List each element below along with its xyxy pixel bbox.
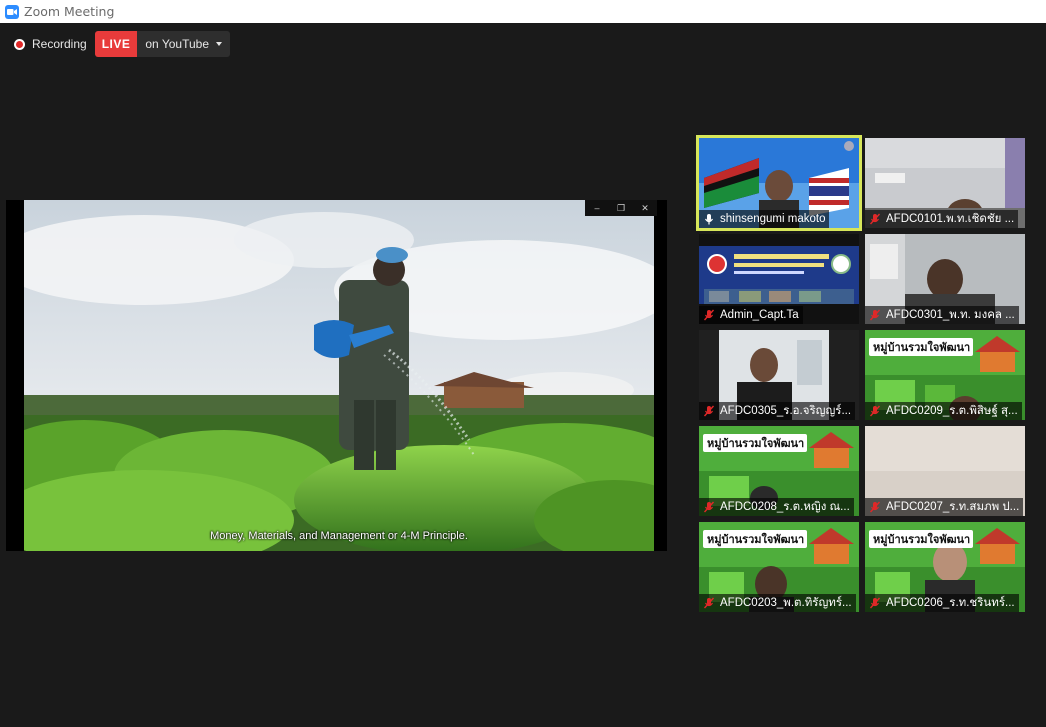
participant-nameplate: AFDC0209_ร.ต.พิสิษฐ์ สุ... [865, 402, 1022, 420]
participant-name: AFDC0203_พ.ต.ทิรัญทร์... [720, 597, 852, 609]
participant-nameplate: AFDC0301_พ.ท. มงคล ... [865, 306, 1019, 324]
live-stream-indicator[interactable]: LIVE on YouTube [94, 31, 230, 57]
participant-tile-5[interactable]: หมู่บ้านรวมใจพัฒนา AFDC0209_ร.ต.พิสิษฐ์ … [865, 330, 1025, 420]
video-frame [24, 200, 654, 551]
mic-muted-icon [869, 213, 881, 225]
video-window-controls: – ❐ ✕ [585, 200, 657, 216]
banner-text: หมู่บ้านรวมใจพัฒนา [873, 340, 970, 355]
participant-tile-9[interactable]: หมู่บ้านรวมใจพัฒนา AFDC0206_ร.ท.ชรินทร์.… [865, 522, 1025, 612]
participant-nameplate: shinsengumi makoto [699, 210, 830, 228]
mic-muted-icon [869, 597, 881, 609]
participant-nameplate: AFDC0208_ร.ต.หญิง ณ... [699, 498, 854, 516]
mic-muted-icon [703, 597, 715, 609]
banner-text: หมู่บ้านรวมใจพัฒนา [873, 532, 970, 547]
live-badge: LIVE [94, 31, 138, 57]
participant-tile-7[interactable]: AFDC0207_ร.ท.สมภพ ป... [865, 426, 1025, 516]
zoom-camera-icon [5, 4, 19, 19]
participant-name: shinsengumi makoto [720, 213, 826, 225]
participant-nameplate: Admin_Capt.Ta [699, 306, 803, 324]
participant-name: AFDC0206_ร.ท.ชรินทร์... [886, 597, 1015, 609]
participant-nameplate: AFDC0101.พ.ท.เชิดชัย ... [865, 210, 1019, 228]
participant-name: AFDC0207_ร.ท.สมภพ ป... [886, 501, 1020, 513]
video-subtitle: Money, Materials, and Management or 4-M … [210, 530, 468, 542]
participant-name: AFDC0208_ร.ต.หญิง ณ... [720, 501, 850, 513]
title-bar: Zoom Meeting [0, 0, 1046, 23]
banner-text: หมู่บ้านรวมใจพัฒนา [707, 532, 804, 547]
close-icon[interactable]: ✕ [636, 200, 654, 216]
participant-tile-3[interactable]: AFDC0301_พ.ท. มงคล ... [865, 234, 1025, 324]
record-icon [14, 38, 25, 50]
participant-nameplate: AFDC0305_ร.อ.จริญญร์... [699, 402, 856, 420]
mic-muted-icon [869, 309, 881, 321]
live-destination-label: on YouTube [145, 37, 209, 51]
shared-video-window: – ❐ ✕ Money, Materials, and Management o… [6, 200, 667, 551]
recording-bar: Recording LIVE on YouTube [8, 31, 230, 57]
mic-muted-icon [703, 405, 715, 417]
mic-muted-icon [703, 309, 715, 321]
recording-indicator[interactable]: Recording [8, 31, 93, 57]
banner-text: หมู่บ้านรวมใจพัฒนา [707, 436, 804, 451]
mic-on-icon [705, 214, 713, 225]
participant-tile-4[interactable]: AFDC0305_ร.อ.จริญญร์... [699, 330, 859, 420]
caret-down-icon [216, 42, 222, 46]
restore-icon[interactable]: ❐ [612, 200, 630, 216]
mic-muted-icon [869, 501, 881, 513]
recording-label: Recording [32, 37, 87, 51]
participant-tile-2[interactable]: Admin_Capt.Ta [699, 234, 859, 324]
video-scene-image [24, 200, 654, 551]
participant-tile-8[interactable]: หมู่บ้านรวมใจพัฒนา AFDC0203_พ.ต.ทิรัญทร์… [699, 522, 859, 612]
live-destination-dropdown[interactable]: on YouTube [137, 31, 230, 57]
mic-muted-icon [703, 501, 715, 513]
participant-tile-6[interactable]: หมู่บ้านรวมใจพัฒนา AFDC0208_ร.ต.หญิง ณ..… [699, 426, 859, 516]
participant-name: AFDC0305_ร.อ.จริญญร์... [720, 405, 852, 417]
participant-name: AFDC0301_พ.ท. มงคล ... [886, 309, 1015, 321]
minimize-icon[interactable]: – [588, 200, 606, 216]
participant-tile-0[interactable]: shinsengumi makoto [696, 135, 862, 231]
participant-nameplate: AFDC0206_ร.ท.ชรินทร์... [865, 594, 1019, 612]
window-title: Zoom Meeting [24, 4, 115, 19]
participant-nameplate: AFDC0203_พ.ต.ทิรัญทร์... [699, 594, 856, 612]
participant-name: AFDC0101.พ.ท.เชิดชัย ... [886, 213, 1015, 225]
participant-name: AFDC0209_ร.ต.พิสิษฐ์ สุ... [886, 405, 1018, 417]
mic-muted-icon [869, 405, 881, 417]
participant-name: Admin_Capt.Ta [720, 309, 799, 321]
participant-nameplate: AFDC0207_ร.ท.สมภพ ป... [865, 498, 1024, 516]
participant-tile-1[interactable]: AFDC0101.พ.ท.เชิดชัย ... [865, 138, 1025, 228]
